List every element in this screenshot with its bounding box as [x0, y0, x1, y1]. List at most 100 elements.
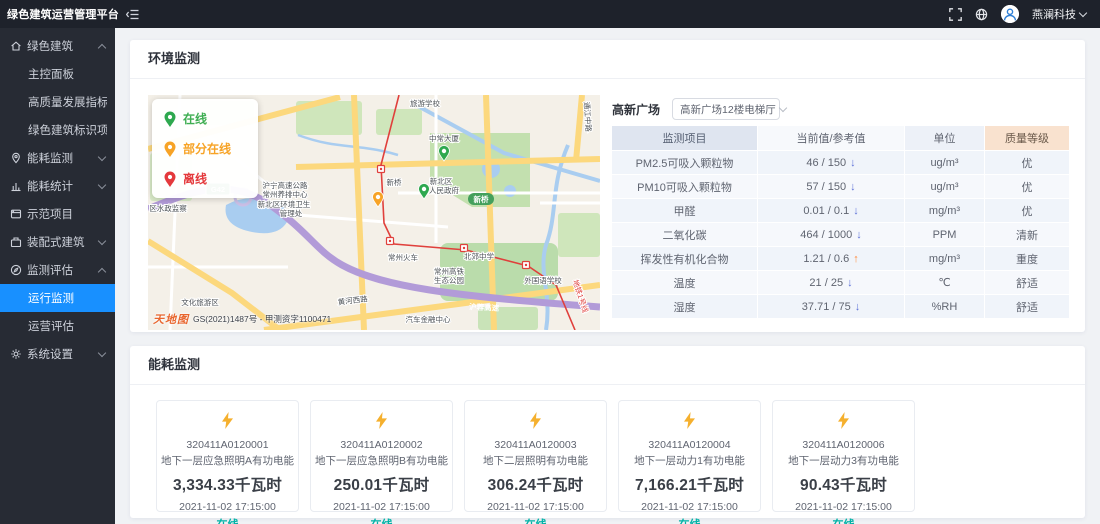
- table-cell-grade: 清新: [985, 223, 1069, 246]
- company-menu[interactable]: 燕澜科技: [1032, 6, 1086, 22]
- device-value: 3,334.33千瓦时: [157, 473, 298, 495]
- svg-text:常州高铁: 常州高铁: [434, 266, 464, 276]
- device-time: 2021-11-02 17:15:00: [465, 501, 606, 513]
- legend-item-online[interactable]: 在线: [164, 110, 246, 127]
- map-label-expressway: 沪蓉高速: [469, 301, 500, 313]
- svg-text:生态公园: 生态公园: [434, 275, 464, 285]
- table-cell-item: 甲醛: [612, 199, 757, 222]
- sidebar: 绿色建筑 主控面板 高质量发展指标 绿色建筑标识项目 能耗监测 能耗统计 示范项…: [0, 28, 115, 524]
- svg-text:人民政府: 人民政府: [429, 185, 459, 195]
- energy-card[interactable]: 320411A0120006 地下一层动力3有功电能 90.43千瓦时 2021…: [772, 400, 915, 512]
- table-cell-value: 1.21 / 0.6↑: [758, 247, 904, 270]
- table-cell-grade: 舒适: [985, 271, 1069, 294]
- lightning-icon: [221, 412, 234, 434]
- map-canvas[interactable]: 沪蓉高速: [148, 95, 600, 330]
- trend-arrow-icon: ↓: [855, 301, 861, 313]
- energy-card[interactable]: 320411A0120003 地下二层照明有功电能 306.24千瓦时 2021…: [464, 400, 607, 512]
- table-header: 质量等级: [985, 126, 1069, 150]
- trend-arrow-icon: ↓: [856, 229, 862, 241]
- table-header: 当前值/参考值: [758, 126, 904, 150]
- app-title: 绿色建筑运营管理平台: [0, 6, 119, 22]
- sidebar-item-quality-index[interactable]: 高质量发展指标: [0, 88, 115, 116]
- svg-text:区水政监察: 区水政监察: [149, 203, 187, 213]
- env-panel-title: 环境监测: [130, 40, 1085, 79]
- sidebar-item-monitor-eval[interactable]: 监测评估: [0, 256, 115, 284]
- device-value: 250.01千瓦时: [311, 473, 452, 495]
- menu-fold-icon[interactable]: [119, 0, 145, 28]
- status-badge: 在线: [773, 516, 914, 524]
- user-avatar[interactable]: [1001, 5, 1019, 23]
- company-name: 燕澜科技: [1032, 6, 1076, 22]
- energy-card[interactable]: 320411A0120001 地下一层应急照明A有功电能 3,334.33千瓦时…: [156, 400, 299, 512]
- legend-item-offline[interactable]: 离线: [164, 170, 246, 187]
- map-attribution: 天地图 GS(2021)1487号 - 甲测资字1100471: [153, 311, 331, 327]
- svg-text:沪宁高速公路: 沪宁高速公路: [263, 180, 308, 190]
- legend-item-partial[interactable]: 部分在线: [164, 140, 246, 157]
- table-cell-item: 湿度: [612, 295, 757, 318]
- pin-red-icon: [164, 171, 176, 187]
- table-header: 单位: [905, 126, 984, 150]
- sidebar-item-settings[interactable]: 系统设置: [0, 340, 115, 368]
- lightning-icon: [683, 412, 696, 434]
- sidebar-item-energy-stats[interactable]: 能耗统计: [0, 172, 115, 200]
- box-icon: [10, 236, 22, 248]
- device-id: 320411A0120002: [311, 439, 452, 451]
- globe-icon[interactable]: [975, 8, 988, 21]
- chevron-down-icon: [98, 349, 106, 357]
- device-value: 7,166.21千瓦时: [619, 473, 760, 495]
- device-id: 320411A0120006: [773, 439, 914, 451]
- energy-monitor-panel: 能耗监测 320411A0120001 地下一层应急照明A有功电能 3,334.…: [130, 346, 1085, 518]
- sidebar-item-green-building[interactable]: 绿色建筑: [0, 32, 115, 60]
- svg-text:中常大厦: 中常大厦: [429, 133, 459, 143]
- top-bar: 绿色建筑运营管理平台 燕澜科技: [0, 0, 1100, 28]
- trend-arrow-icon: ↑: [853, 253, 859, 265]
- device-time: 2021-11-02 17:15:00: [619, 501, 760, 513]
- table-cell-value: 57 / 150↓: [758, 175, 904, 198]
- svg-text:新北区: 新北区: [430, 176, 453, 186]
- table-cell-item: PM2.5可吸入颗粒物: [612, 151, 757, 174]
- device-id: 320411A0120004: [619, 439, 760, 451]
- fullscreen-icon[interactable]: [949, 8, 962, 21]
- device-time: 2021-11-02 17:15:00: [311, 501, 452, 513]
- sidebar-item-prefab-building[interactable]: 装配式建筑: [0, 228, 115, 256]
- home-icon: [10, 40, 22, 52]
- trend-arrow-icon: ↓: [850, 181, 856, 193]
- svg-text:旅游学校: 旅游学校: [410, 98, 440, 108]
- status-badge: 在线: [465, 516, 606, 524]
- device-name: 地下一层动力3有功电能: [773, 453, 914, 468]
- device-value: 90.43千瓦时: [773, 473, 914, 495]
- svg-text:新北区环境卫生: 新北区环境卫生: [258, 199, 311, 209]
- svg-text:管理处: 管理处: [280, 208, 303, 218]
- device-name: 地下一层应急照明B有功电能: [311, 453, 452, 468]
- site-select[interactable]: 高新广场12楼电梯厅: [672, 98, 780, 120]
- table-cell-unit: %RH: [905, 295, 984, 318]
- sidebar-item-demo-projects[interactable]: 示范项目: [0, 200, 115, 228]
- svg-text:常州火车: 常州火车: [388, 252, 418, 262]
- energy-cards: 320411A0120001 地下一层应急照明A有功电能 3,334.33千瓦时…: [130, 385, 1085, 518]
- table-cell-item: 挥发性有机化合物: [612, 247, 757, 270]
- energy-card[interactable]: 320411A0120004 地下一层动力1有功电能 7,166.21千瓦时 2…: [618, 400, 761, 512]
- sidebar-item-run-monitor[interactable]: 运行监测: [0, 284, 115, 312]
- env-data-section: 高新广场 高新广场12楼电梯厅 监测项目 当前值/参考值 单位 质量等级 PM2…: [612, 95, 1067, 330]
- svg-text:常州养排中心: 常州养排中心: [263, 189, 308, 199]
- device-name: 地下二层照明有功电能: [465, 453, 606, 468]
- svg-text:外国语学校: 外国语学校: [524, 275, 562, 285]
- table-cell-item: PM10可吸入颗粒物: [612, 175, 757, 198]
- table-cell-unit: PPM: [905, 223, 984, 246]
- table-cell-item: 温度: [612, 271, 757, 294]
- project-icon: [10, 208, 22, 220]
- sidebar-item-energy-monitor[interactable]: 能耗监测: [0, 144, 115, 172]
- sidebar-item-dashboard[interactable]: 主控面板: [0, 60, 115, 88]
- pin-orange-icon: [164, 141, 176, 157]
- energy-card[interactable]: 320411A0120002 地下一层应急照明B有功电能 250.01千瓦时 2…: [310, 400, 453, 512]
- svg-text:文化旅游区: 文化旅游区: [181, 297, 219, 307]
- lightning-icon: [375, 412, 388, 434]
- sidebar-item-label-projects[interactable]: 绿色建筑标识项目: [0, 116, 115, 144]
- sidebar-item-operation-eval[interactable]: 运营评估: [0, 312, 115, 340]
- tianditu-logo: 天地图: [153, 311, 189, 327]
- map-license-text: GS(2021)1487号 - 甲测资字1100471: [193, 313, 331, 325]
- svg-text:新桥: 新桥: [387, 177, 402, 187]
- trend-arrow-icon: ↓: [847, 277, 853, 289]
- status-badge: 在线: [619, 516, 760, 524]
- lightning-icon: [837, 412, 850, 434]
